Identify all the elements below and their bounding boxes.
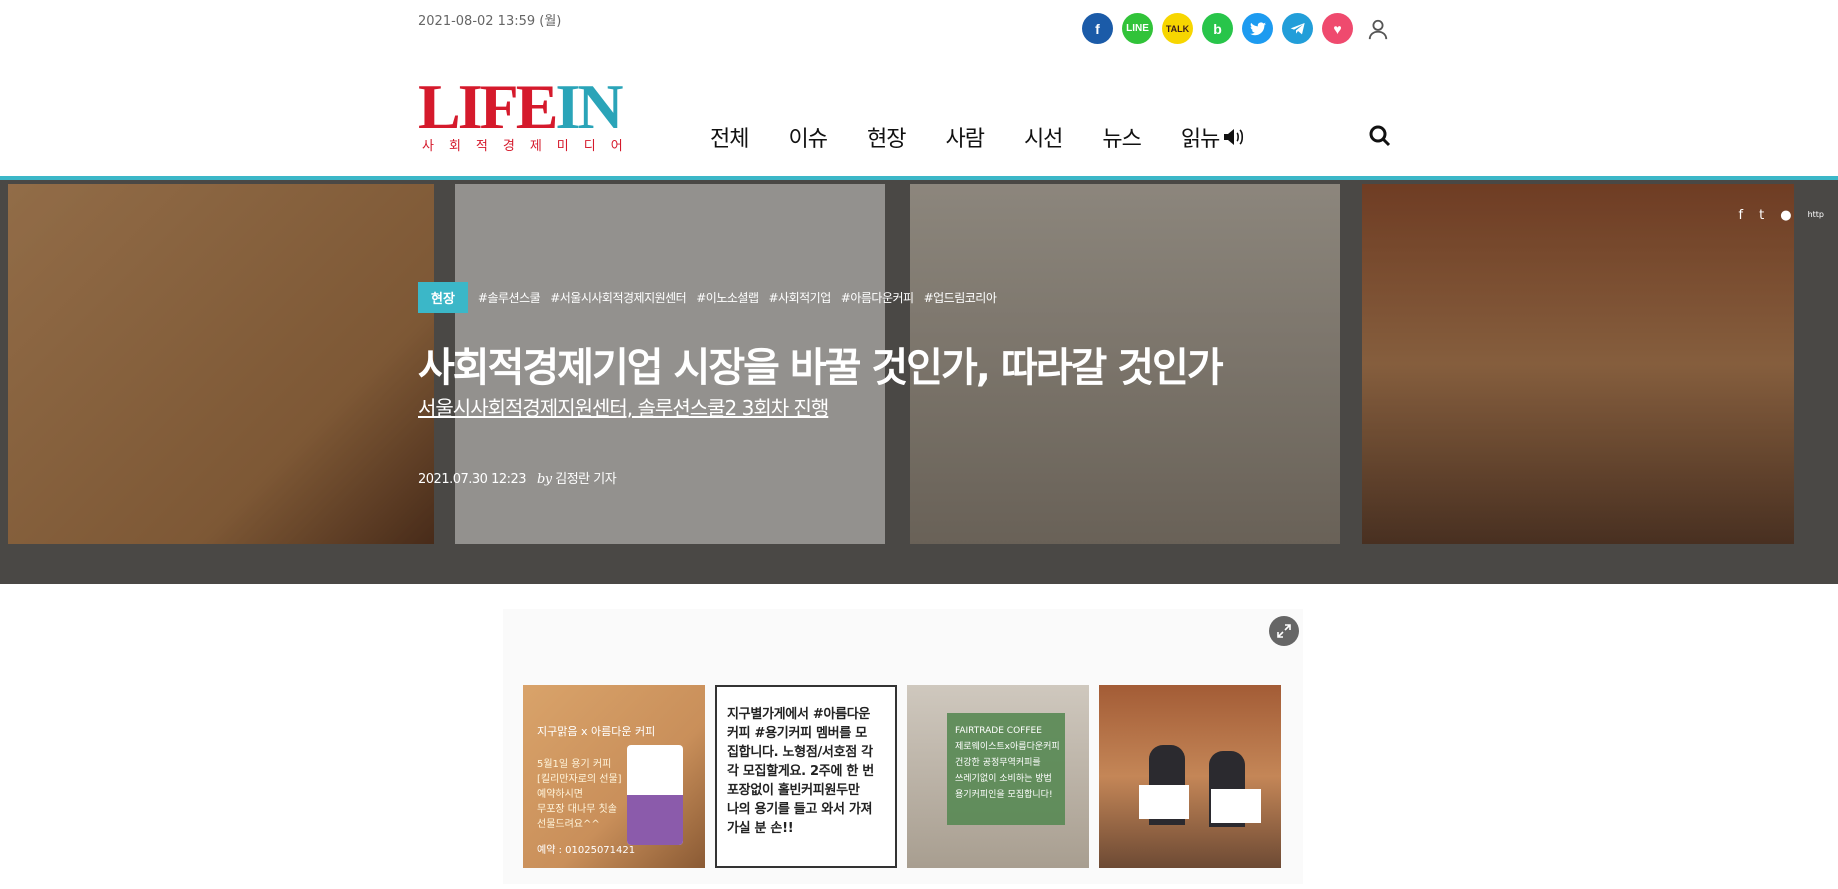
thumb3-text: FAIRTRADE COFFEE 제로웨이스트x아름다운커피 건강한 공정무역커… [955,726,1060,800]
hero-comment-icon[interactable]: ● [1780,208,1791,223]
tag-link[interactable]: #서울시사회적경제지원센터 [550,289,687,306]
gallery-thumb-3[interactable]: FAIRTRADE COFFEE 제로웨이스트x아름다운커피 건강한 공정무역커… [907,685,1089,868]
heart-icon[interactable]: ♥ [1322,13,1353,44]
thumb1-contact: 예약 : 01025071421 [537,845,636,856]
hero-twitter-icon[interactable]: t [1759,208,1764,223]
coffee-bag-image [627,745,683,845]
user-icon[interactable] [1362,13,1393,44]
line-icon[interactable]: LINE [1122,13,1153,44]
site-logo[interactable]: LIFEIN 사회적경제미디어 [418,75,638,155]
hero-link-icon[interactable]: http [1808,208,1824,223]
tag-link[interactable]: #업드림코리아 [924,289,997,306]
nav-item-read-news[interactable]: 읽뉴 [1181,121,1246,153]
logo-subtitle: 사회적경제미디어 [422,139,638,154]
hero-tags: 현장 #솔루션스쿨 #서울시사회적경제지원센터 #이노소셜랩 #사회적기업 #아… [418,282,997,313]
nav-item-news[interactable]: 뉴스 [1102,121,1141,153]
nav-item-view[interactable]: 시선 [1024,121,1063,153]
hero-facebook-icon[interactable]: f [1739,208,1744,223]
logo-part2: IN [555,71,623,142]
tag-link[interactable]: #사회적기업 [769,289,832,306]
band-icon[interactable]: b [1202,13,1233,44]
tag-link[interactable]: #이노소셜랩 [696,289,759,306]
nav-item-field[interactable]: 현장 [867,121,906,153]
thumb1-body: 5월1일 용기 커피 [킬리만자로의 선물] 예약하시면 무포장 대나무 칫솔 … [537,759,622,830]
logo-part1: LIFE [418,71,558,142]
article-byline: 2021.07.30 12:23 by 김정란 기자 [418,468,617,487]
main-nav: 전체 이슈 현장 사람 시선 뉴스 읽뉴 [710,121,1286,153]
tag-link[interactable]: #아름다운커피 [841,289,914,306]
article-headline[interactable]: 사회적경제기업 시장을 바꿀 것인가, 따라갈 것인가 [418,335,1224,393]
hero-share: f t ● http [1739,208,1824,223]
nav-item-people[interactable]: 사람 [945,121,984,153]
tag-link[interactable]: #솔루션스쿨 [478,289,541,306]
thumb2-text: 지구별가게에서 #아름다운 커피 #용기커피 멤버를 모 집합니다. 노형점/서… [727,707,874,836]
gallery-thumb-4[interactable] [1099,685,1281,868]
article-subheadline[interactable]: 서울시사회적경제지원센터, 솔루션스쿨2 3회차 진행 [418,392,829,421]
gallery-thumbnails: 지구맑음 x 아름다운 커피 5월1일 용기 커피 [킬리만자로의 선물] 예약… [523,685,1281,868]
nav-item-all[interactable]: 전체 [710,121,749,153]
article-datetime: 2021.07.30 12:23 [418,472,527,487]
byline-prefix: by [536,472,552,487]
gallery-thumb-1[interactable]: 지구맑음 x 아름다운 커피 5월1일 용기 커피 [킬리만자로의 선물] 예약… [523,685,705,868]
nav-item-issue[interactable]: 이슈 [788,121,827,153]
expand-icon[interactable] [1269,616,1299,646]
nav-item-read-news-label: 읽뉴 [1180,127,1220,152]
thumb1-title: 지구맑음 x 아름다운 커피 [537,725,656,738]
telegram-icon[interactable] [1282,13,1313,44]
twitter-icon[interactable] [1242,13,1273,44]
top-bar: 2021-08-02 13:59 (월) f LINE TALK b ♥ [0,0,1838,55]
share-bar: f LINE TALK b ♥ [1082,13,1393,44]
sign-card [1139,785,1189,819]
sign-card [1211,789,1261,823]
kakaotalk-icon[interactable]: TALK [1162,13,1193,44]
gallery-thumb-2[interactable]: 지구별가게에서 #아름다운 커피 #용기커피 멤버를 모 집합니다. 노형점/서… [715,685,897,868]
facebook-icon[interactable]: f [1082,13,1113,44]
hero-banner[interactable]: f t ● http 현장 #솔루션스쿨 #서울시사회적경제지원센터 #이노소셜… [0,176,1838,584]
search-icon[interactable] [1368,124,1394,150]
speaker-icon [1224,129,1244,145]
image-gallery: 지구맑음 x 아름다운 커피 5월1일 용기 커피 [킬리만자로의 선물] 예약… [503,609,1303,884]
category-badge[interactable]: 현장 [418,282,468,313]
current-date: 2021-08-02 13:59 (월) [418,14,562,29]
article-author: 김정란 기자 [555,472,617,487]
